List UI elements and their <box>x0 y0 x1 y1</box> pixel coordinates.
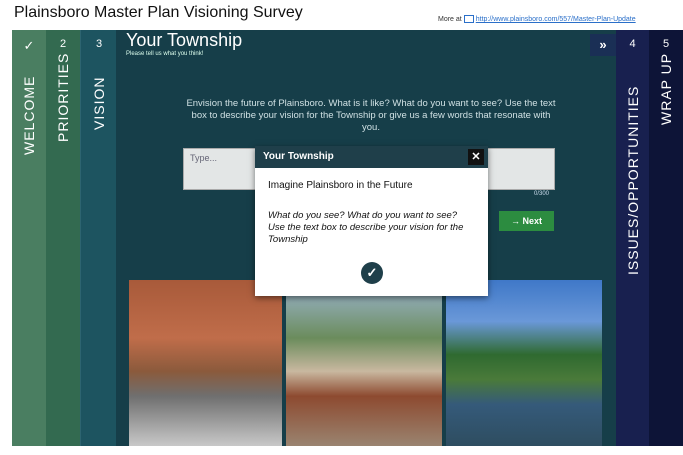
step-priorities[interactable]: 2 PRIORITIES <box>46 30 80 446</box>
step-wrap-up[interactable]: 5 WRAP UP <box>649 30 683 446</box>
textbox-placeholder: Type... <box>190 153 218 163</box>
step-issues-opportunities[interactable]: 4 ISSUES/OPPORTUNITIES <box>616 30 649 446</box>
confirm-check-button[interactable]: ✓ <box>361 262 383 284</box>
step-issues-label: ISSUES/OPPORTUNITIES <box>624 85 641 275</box>
dialog-heading: Imagine Plainsboro in the Future <box>268 180 413 191</box>
check-icon: ✓ <box>23 38 35 53</box>
more-link-prefix: More at <box>438 15 462 23</box>
step-vision[interactable]: 3 VISION <box>80 30 117 446</box>
step-vision-number: 3 <box>95 38 103 50</box>
dialog-header: Your Township ✕ <box>255 146 488 168</box>
dialog-body: What do you see? What do you want to see… <box>268 210 464 245</box>
page-title: Plainsboro Master Plan Visioning Survey <box>14 4 303 21</box>
township-dialog: Your Township ✕ Imagine Plainsboro in th… <box>255 146 488 296</box>
photo-children-chess <box>129 280 282 446</box>
external-link-icon <box>463 15 474 23</box>
more-info-link[interactable]: More at http://www.plainsboro.com/557/Mas… <box>438 15 636 23</box>
step-priorities-number: 2 <box>59 38 67 50</box>
step-wrap-up-label: WRAP UP <box>658 52 674 125</box>
step-wrap-up-number: 5 <box>662 38 670 50</box>
step-welcome[interactable]: ✓ WELCOME <box>12 30 46 446</box>
photo-outdoor-cafe <box>286 280 442 446</box>
dialog-title: Your Township <box>263 151 334 162</box>
step-vision-label: VISION <box>91 76 107 130</box>
step-issues-number: 4 <box>629 38 636 50</box>
close-icon[interactable]: ✕ <box>468 149 484 165</box>
vision-prompt: Envision the future of Plainsboro. What … <box>186 98 556 133</box>
char-counter: 0/300 <box>534 191 550 197</box>
next-button[interactable]: → Next <box>499 211 554 231</box>
panel-header: Your Township Please tell us what you th… <box>116 30 616 60</box>
step-welcome-label: WELCOME <box>21 75 37 155</box>
more-link-url[interactable]: http://www.plainsboro.com/557/Master-Pla… <box>476 16 636 23</box>
step-priorities-label: PRIORITIES <box>55 52 71 142</box>
photo-lake-trees <box>446 280 602 446</box>
forward-button[interactable]: » <box>590 34 616 56</box>
panel-subtitle: Please tell us what you think! <box>126 51 204 57</box>
panel-title: Your Township <box>126 30 243 50</box>
